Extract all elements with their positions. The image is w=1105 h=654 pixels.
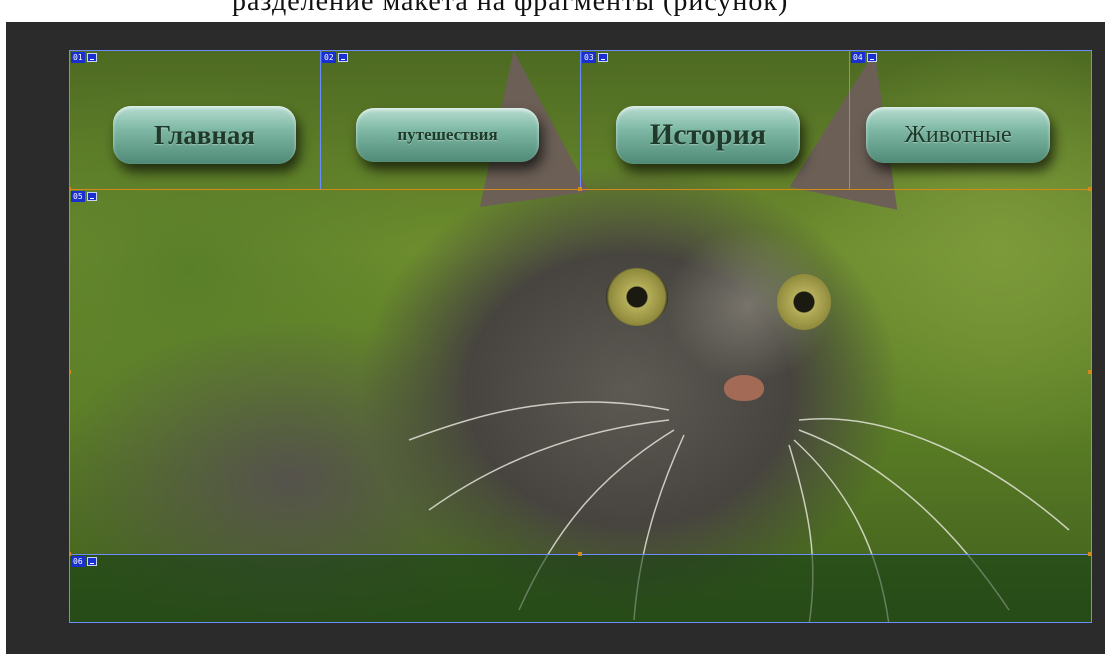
slice-number: 04 (851, 52, 865, 63)
caption-text: разделение макета на фрагменты (рисунок) (232, 0, 789, 17)
nav-home-button[interactable]: Главная (113, 106, 296, 164)
slice-tag: 04 (851, 52, 877, 63)
image-slice-icon (86, 53, 97, 62)
slice-06[interactable]: 06 (69, 554, 1092, 623)
layout-canvas[interactable]: 01 02 03 04 05 06 Главная путешествия Ис… (69, 50, 1092, 623)
resize-handle[interactable] (69, 370, 71, 374)
slice-number: 01 (71, 52, 85, 63)
slice-05[interactable]: 05 (69, 189, 1092, 555)
resize-handle[interactable] (1088, 187, 1092, 191)
resize-handle[interactable] (69, 552, 71, 556)
resize-handle[interactable] (1088, 552, 1092, 556)
nav-history-button[interactable]: История (616, 106, 800, 164)
nav-animals-button[interactable]: Животные (866, 107, 1050, 163)
slice-tag: 01 (71, 52, 97, 63)
image-slice-icon (86, 192, 97, 201)
image-slice-icon (86, 557, 97, 566)
resize-handle[interactable] (578, 552, 582, 556)
slice-number: 02 (322, 52, 336, 63)
image-slice-icon (337, 53, 348, 62)
resize-handle[interactable] (69, 187, 71, 191)
slice-number: 05 (71, 191, 85, 202)
resize-handle[interactable] (578, 187, 582, 191)
slice-tag: 05 (71, 191, 97, 202)
image-slice-icon (866, 53, 877, 62)
slice-number: 06 (71, 556, 85, 567)
slice-tag: 02 (322, 52, 348, 63)
image-slice-icon (597, 53, 608, 62)
resize-handle[interactable] (1088, 370, 1092, 374)
document-caption: разделение макета на фрагменты (рисунок) (0, 0, 1105, 22)
nav-travel-button[interactable]: путешествия (356, 108, 539, 162)
slice-number: 03 (582, 52, 596, 63)
slice-tag: 06 (71, 556, 97, 567)
slice-tag: 03 (582, 52, 608, 63)
